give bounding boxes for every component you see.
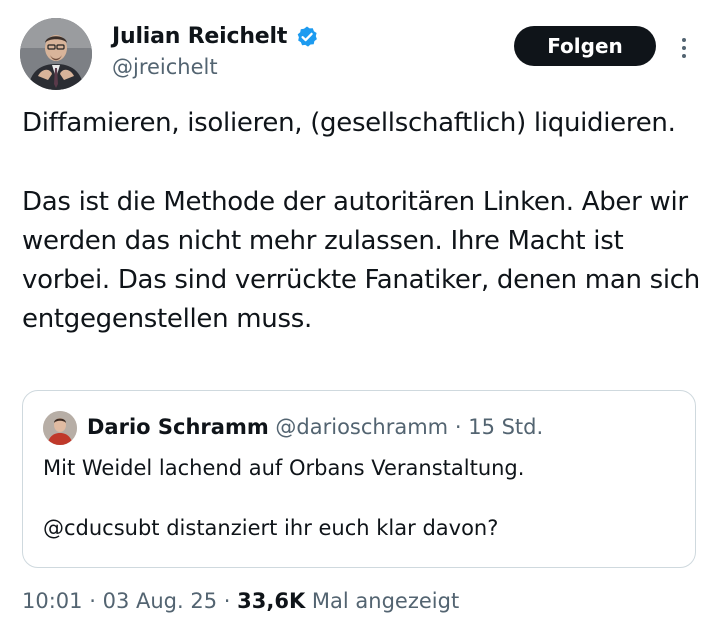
meta-separator: · — [223, 589, 231, 613]
views-count[interactable]: 33,6K — [237, 589, 305, 613]
tweet-paragraph: Diffamieren, isolieren, (gesellschaftlic… — [22, 108, 676, 138]
author-name-row: Julian Reichelt — [112, 24, 319, 50]
profile-photo-icon — [20, 18, 92, 90]
profile-photo-icon — [43, 411, 77, 445]
quoted-author-handle[interactable]: @darioschramm — [275, 415, 448, 439]
verified-badge-icon[interactable] — [295, 25, 319, 49]
author-handle[interactable]: @jreichelt — [112, 54, 218, 80]
quoted-tweet-text: Mit Weidel lachend auf Orbans Veranstalt… — [43, 453, 683, 543]
quoted-author-avatar[interactable] — [43, 411, 77, 445]
tweet-paragraph: Das ist die Methode der autoritären Link… — [22, 187, 700, 334]
quoted-paragraph: @cducsubt distanziert ihr euch klar davo… — [43, 516, 499, 540]
more-options-icon[interactable] — [677, 36, 691, 60]
tweet-time[interactable]: 10:01 — [22, 589, 83, 613]
tweet-meta-row: 10:01 · 03 Aug. 25 · 33,6K Mal angezeigt — [22, 586, 459, 616]
quoted-separator: · — [454, 415, 462, 439]
quoted-tweet-card[interactable]: Dario Schramm @darioschramm · 15 Std. Mi… — [22, 390, 696, 568]
author-display-name[interactable]: Julian Reichelt — [112, 24, 287, 50]
quoted-paragraph: Mit Weidel lachend auf Orbans Veranstalt… — [43, 456, 525, 480]
author-avatar[interactable] — [20, 18, 92, 90]
meta-separator: · — [89, 589, 96, 613]
views-label: Mal angezeigt — [311, 589, 460, 613]
quoted-time-ago[interactable]: 15 Std. — [468, 415, 543, 439]
follow-button[interactable]: Folgen — [514, 26, 656, 66]
tweet-text: Diffamieren, isolieren, (gesellschaftlic… — [22, 104, 702, 339]
quoted-tweet-header: Dario Schramm @darioschramm · 15 Std. — [87, 413, 543, 441]
quoted-author-name[interactable]: Dario Schramm — [87, 415, 269, 439]
tweet-date[interactable]: 03 Aug. 25 — [103, 589, 217, 613]
